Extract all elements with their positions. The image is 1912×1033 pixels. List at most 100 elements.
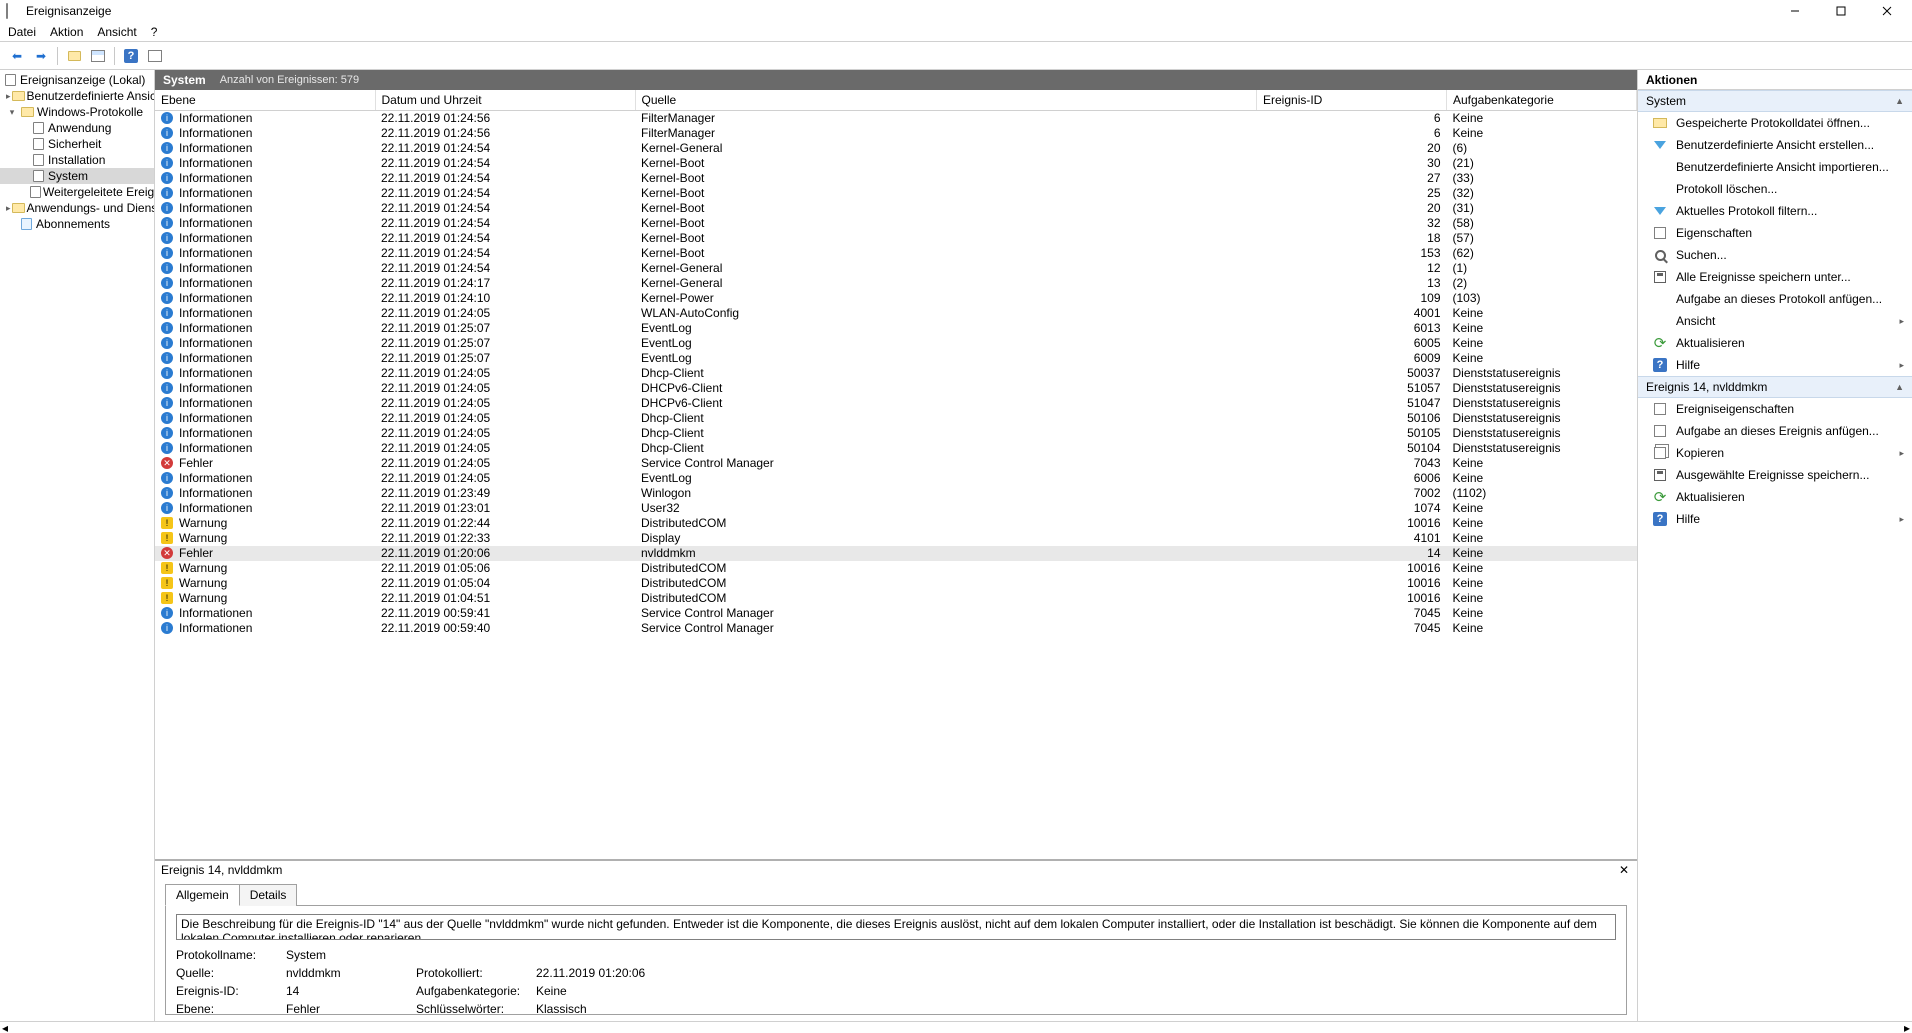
action-create-view[interactable]: Benutzerdefinierte Ansicht erstellen... (1638, 134, 1912, 156)
action-view[interactable]: Ansicht▸ (1638, 310, 1912, 332)
action-refresh-event[interactable]: ⟳Aktualisieren (1638, 486, 1912, 508)
event-row[interactable]: iInformationen22.11.2019 01:24:10Kernel-… (155, 291, 1637, 306)
action-find[interactable]: Suchen... (1638, 244, 1912, 266)
tree-forwarded[interactable]: Weitergeleitete Ereignisse (0, 184, 154, 200)
action-event-properties[interactable]: Ereigniseigenschaften (1638, 398, 1912, 420)
event-row[interactable]: iInformationen22.11.2019 01:24:54Kernel-… (155, 141, 1637, 156)
event-row[interactable]: iInformationen22.11.2019 01:24:05Dhcp-Cl… (155, 411, 1637, 426)
event-row[interactable]: iInformationen22.11.2019 01:24:05WLAN-Au… (155, 306, 1637, 321)
event-row[interactable]: iInformationen22.11.2019 00:59:41Service… (155, 606, 1637, 621)
export-button[interactable] (144, 45, 166, 67)
cell-date: 22.11.2019 01:24:05 (375, 396, 635, 411)
tree-subscriptions[interactable]: Abonnements (0, 216, 154, 232)
details-close-button[interactable]: ✕ (1617, 863, 1631, 877)
col-source[interactable]: Quelle (635, 90, 1257, 111)
col-level[interactable]: Ebene (155, 90, 375, 111)
maximize-button[interactable] (1818, 0, 1864, 22)
event-row[interactable]: !Warnung22.11.2019 01:05:04DistributedCO… (155, 576, 1637, 591)
action-save-selected[interactable]: Ausgewählte Ereignisse speichern... (1638, 464, 1912, 486)
show-hide-tree-button[interactable] (63, 45, 85, 67)
collapse-icon[interactable]: ▲ (1895, 96, 1904, 106)
event-list[interactable]: Ebene Datum und Uhrzeit Quelle Ereignis-… (155, 90, 1637, 859)
action-clear-log[interactable]: Protokoll löschen... (1638, 178, 1912, 200)
event-row[interactable]: !Warnung22.11.2019 01:22:44DistributedCO… (155, 516, 1637, 531)
close-button[interactable] (1864, 0, 1910, 22)
menu-help[interactable]: ? (151, 25, 158, 39)
event-row[interactable]: iInformationen22.11.2019 01:24:05DHCPv6-… (155, 381, 1637, 396)
event-row[interactable]: iInformationen22.11.2019 01:25:07EventLo… (155, 321, 1637, 336)
action-properties[interactable]: Eigenschaften (1638, 222, 1912, 244)
view-button[interactable] (87, 45, 109, 67)
action-help-event[interactable]: ?Hilfe▸ (1638, 508, 1912, 530)
event-row[interactable]: iInformationen22.11.2019 01:23:49Winlogo… (155, 486, 1637, 501)
tree-apps-services[interactable]: ▸Anwendungs- und Dienstprotokolle (0, 200, 154, 216)
col-date[interactable]: Datum und Uhrzeit (375, 90, 635, 111)
col-cat[interactable]: Aufgabenkategorie (1447, 90, 1637, 111)
col-id[interactable]: Ereignis-ID (1257, 90, 1447, 111)
tree-setup[interactable]: Installation (0, 152, 154, 168)
action-attach-event-task[interactable]: Aufgabe an dieses Ereignis anfügen... (1638, 420, 1912, 442)
tree-root[interactable]: Ereignisanzeige (Lokal) (0, 72, 154, 88)
event-row[interactable]: iInformationen22.11.2019 01:23:01User321… (155, 501, 1637, 516)
minimize-button[interactable] (1772, 0, 1818, 22)
event-row[interactable]: iInformationen22.11.2019 01:24:54Kernel-… (155, 216, 1637, 231)
event-row[interactable]: iInformationen22.11.2019 01:24:05Dhcp-Cl… (155, 366, 1637, 381)
action-save-all[interactable]: Alle Ereignisse speichern unter... (1638, 266, 1912, 288)
tree-application[interactable]: Anwendung (0, 120, 154, 136)
action-import-view[interactable]: Benutzerdefinierte Ansicht importieren..… (1638, 156, 1912, 178)
tab-details[interactable]: Details (239, 884, 298, 906)
event-row[interactable]: iInformationen22.11.2019 01:24:54Kernel-… (155, 186, 1637, 201)
event-row[interactable]: !Warnung22.11.2019 01:22:33Display4101Ke… (155, 531, 1637, 546)
collapse-icon[interactable]: ▲ (1895, 382, 1904, 392)
action-copy[interactable]: Kopieren▸ (1638, 442, 1912, 464)
action-refresh[interactable]: ⟳Aktualisieren (1638, 332, 1912, 354)
action-help[interactable]: ?Hilfe▸ (1638, 354, 1912, 376)
expand-icon[interactable]: ▸ (6, 90, 11, 102)
event-row[interactable]: iInformationen22.11.2019 01:24:54Kernel-… (155, 231, 1637, 246)
tab-general[interactable]: Allgemein (165, 884, 240, 906)
event-row[interactable]: ✕Fehler22.11.2019 01:24:05Service Contro… (155, 456, 1637, 471)
scroll-left-icon[interactable]: ◂ (2, 1021, 8, 1033)
event-row[interactable]: iInformationen22.11.2019 01:24:05Dhcp-Cl… (155, 426, 1637, 441)
menu-file[interactable]: Datei (8, 25, 36, 39)
event-row[interactable]: iInformationen22.11.2019 01:24:54Kernel-… (155, 261, 1637, 276)
event-row[interactable]: !Warnung22.11.2019 01:05:06DistributedCO… (155, 561, 1637, 576)
cell-id: 14 (1257, 546, 1447, 561)
menu-view[interactable]: Ansicht (97, 25, 136, 39)
scroll-right-icon[interactable]: ▸ (1904, 1021, 1910, 1033)
column-headers[interactable]: Ebene Datum und Uhrzeit Quelle Ereignis-… (155, 90, 1637, 111)
event-row[interactable]: iInformationen22.11.2019 01:25:07EventLo… (155, 351, 1637, 366)
event-row[interactable]: iInformationen22.11.2019 01:24:56FilterM… (155, 111, 1637, 126)
forward-button[interactable]: ➡ (30, 45, 52, 67)
menu-action[interactable]: Aktion (50, 25, 83, 39)
event-row[interactable]: iInformationen22.11.2019 01:24:54Kernel-… (155, 246, 1637, 261)
action-open-saved[interactable]: Gespeicherte Protokolldatei öffnen... (1638, 112, 1912, 134)
tree-system[interactable]: System (0, 168, 154, 184)
event-row[interactable]: iInformationen22.11.2019 01:24:17Kernel-… (155, 276, 1637, 291)
tree-windows-logs[interactable]: ▾Windows-Protokolle (0, 104, 154, 120)
tree-security[interactable]: Sicherheit (0, 136, 154, 152)
action-attach-task[interactable]: Aufgabe an dieses Protokoll anfügen... (1638, 288, 1912, 310)
info-icon: i (161, 502, 173, 514)
event-row[interactable]: iInformationen22.11.2019 01:25:07EventLo… (155, 336, 1637, 351)
event-row[interactable]: iInformationen22.11.2019 01:24:54Kernel-… (155, 201, 1637, 216)
toolbar: ⬅ ➡ ? (0, 42, 1912, 70)
help-button[interactable]: ? (120, 45, 142, 67)
event-row[interactable]: ✕Fehler22.11.2019 01:20:06nvlddmkm14Kein… (155, 546, 1637, 561)
expand-icon[interactable]: ▸ (6, 202, 11, 214)
action-filter-log[interactable]: Aktuelles Protokoll filtern... (1638, 200, 1912, 222)
navigation-tree[interactable]: Ereignisanzeige (Lokal) ▸Benutzerdefinie… (0, 70, 155, 1021)
event-row[interactable]: iInformationen22.11.2019 01:24:56FilterM… (155, 126, 1637, 141)
event-row[interactable]: iInformationen22.11.2019 01:24:05Dhcp-Cl… (155, 441, 1637, 456)
event-row[interactable]: iInformationen22.11.2019 00:59:40Service… (155, 621, 1637, 636)
action-label: Hilfe (1676, 512, 1700, 526)
event-row[interactable]: iInformationen22.11.2019 01:24:54Kernel-… (155, 156, 1637, 171)
collapse-icon[interactable]: ▾ (6, 106, 18, 118)
event-row[interactable]: !Warnung22.11.2019 01:04:51DistributedCO… (155, 591, 1637, 606)
tree-custom-views[interactable]: ▸Benutzerdefinierte Ansichten (0, 88, 154, 104)
event-row[interactable]: iInformationen22.11.2019 01:24:05DHCPv6-… (155, 396, 1637, 411)
event-row[interactable]: iInformationen22.11.2019 01:24:54Kernel-… (155, 171, 1637, 186)
horizontal-scrollbar[interactable]: ◂ ▸ (0, 1021, 1912, 1033)
event-row[interactable]: iInformationen22.11.2019 01:24:05EventLo… (155, 471, 1637, 486)
back-button[interactable]: ⬅ (6, 45, 28, 67)
